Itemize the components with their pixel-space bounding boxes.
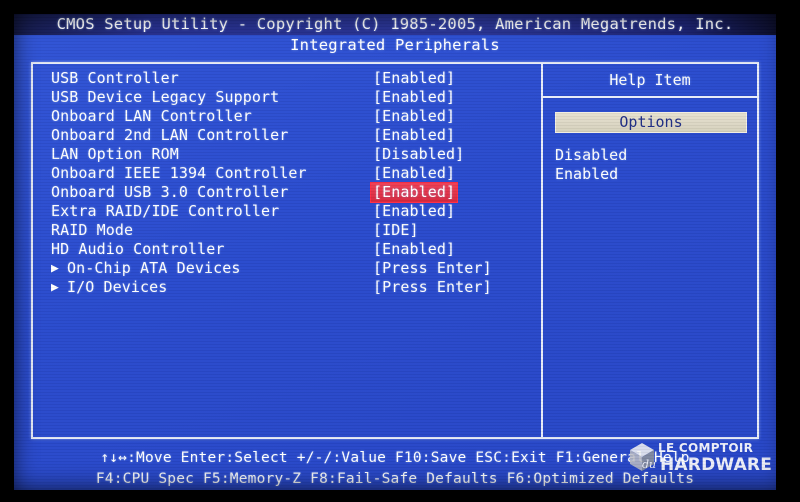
bios-screen: CMOS Setup Utility - Copyright (C) 1985-… — [14, 14, 776, 490]
setting-label: Onboard 2nd LAN Controller — [51, 126, 289, 144]
setting-value[interactable]: [Disabled] — [373, 145, 464, 164]
setting-label: Onboard LAN Controller — [51, 107, 252, 125]
footer-line-2: F4:CPU Spec F5:Memory-Z F8:Fail-Safe Def… — [95, 471, 695, 487]
setting-row[interactable]: ▶ I/O Devices [Press Enter] — [33, 278, 539, 297]
setting-value[interactable]: [Enabled] — [373, 107, 455, 126]
options-header-label: Options — [619, 113, 683, 131]
setting-label: On-Chip ATA Devices — [67, 259, 241, 277]
help-panel-title: Help Item — [609, 71, 691, 89]
setting-row[interactable]: USB Controller [Enabled] — [33, 69, 539, 88]
setting-value[interactable]: [Enabled] — [373, 164, 455, 183]
setting-value-selected[interactable]: [Enabled] — [371, 183, 458, 202]
setting-row[interactable]: LAN Option ROM [Disabled] — [33, 145, 539, 164]
setting-value[interactable]: [Enabled] — [373, 126, 455, 145]
key-help-footer: ↑↓↔:Move Enter:Select +/-/:Value F10:Sav… — [14, 448, 776, 490]
help-panel: Help Item Options Disabled Enabled — [543, 64, 757, 437]
setting-label: RAID Mode — [51, 221, 134, 239]
setting-row[interactable]: RAID Mode [IDE] — [33, 221, 539, 240]
submenu-arrow-icon: ▶ — [51, 261, 59, 276]
setting-label: USB Controller — [51, 69, 179, 87]
setting-label: HD Audio Controller — [51, 240, 225, 258]
setting-label: USB Device Legacy Support — [51, 88, 280, 106]
setting-value[interactable]: [Enabled] — [373, 88, 455, 107]
options-value-list: Disabled Enabled — [555, 146, 755, 184]
setting-row[interactable]: Onboard IEEE 1394 Controller [Enabled] — [33, 164, 539, 183]
setting-value[interactable]: [IDE] — [373, 221, 419, 240]
setting-value[interactable]: [Enabled] — [373, 240, 455, 259]
setting-value[interactable]: [Press Enter] — [373, 278, 492, 297]
setting-row[interactable]: Onboard 2nd LAN Controller [Enabled] — [33, 126, 539, 145]
footer-line-1: ↑↓↔:Move Enter:Select +/-/:Value F10:Sav… — [100, 450, 690, 466]
setting-row[interactable]: USB Device Legacy Support [Enabled] — [33, 88, 539, 107]
setting-row[interactable]: Onboard LAN Controller [Enabled] — [33, 107, 539, 126]
setting-value[interactable]: [Enabled] — [373, 202, 455, 221]
setting-label: Onboard USB 3.0 Controller — [51, 183, 289, 201]
setting-value[interactable]: [Press Enter] — [373, 259, 492, 278]
setting-label: I/O Devices — [67, 278, 168, 296]
setting-row[interactable]: HD Audio Controller [Enabled] — [33, 240, 539, 259]
setting-row[interactable]: ▶ On-Chip ATA Devices [Press Enter] — [33, 259, 539, 278]
page-title: CMOS Setup Utility - Copyright (C) 1985-… — [56, 15, 734, 33]
help-option-item: Disabled — [555, 146, 628, 164]
setting-row[interactable]: Onboard USB 3.0 Controller [Enabled] — [33, 183, 539, 202]
setting-label: Onboard IEEE 1394 Controller — [51, 164, 307, 182]
submenu-arrow-icon: ▶ — [51, 280, 59, 295]
settings-list: USB Controller [Enabled] USB Device Legacy… — [33, 69, 539, 297]
setting-label: LAN Option ROM — [51, 145, 179, 163]
setting-label: Extra RAID/IDE Controller — [51, 202, 280, 220]
crt-monitor-screen: CMOS Setup Utility - Copyright (C) 1985-… — [0, 0, 800, 502]
setting-row[interactable]: Extra RAID/IDE Controller [Enabled] — [33, 202, 539, 221]
page-subtitle: Integrated Peripherals — [290, 36, 500, 54]
help-option-item: Enabled — [555, 165, 619, 183]
setting-value[interactable]: [Enabled] — [373, 69, 455, 88]
options-header-bar: Options — [555, 112, 747, 133]
setup-main-panel: USB Controller [Enabled] USB Device Legacy… — [31, 62, 759, 439]
